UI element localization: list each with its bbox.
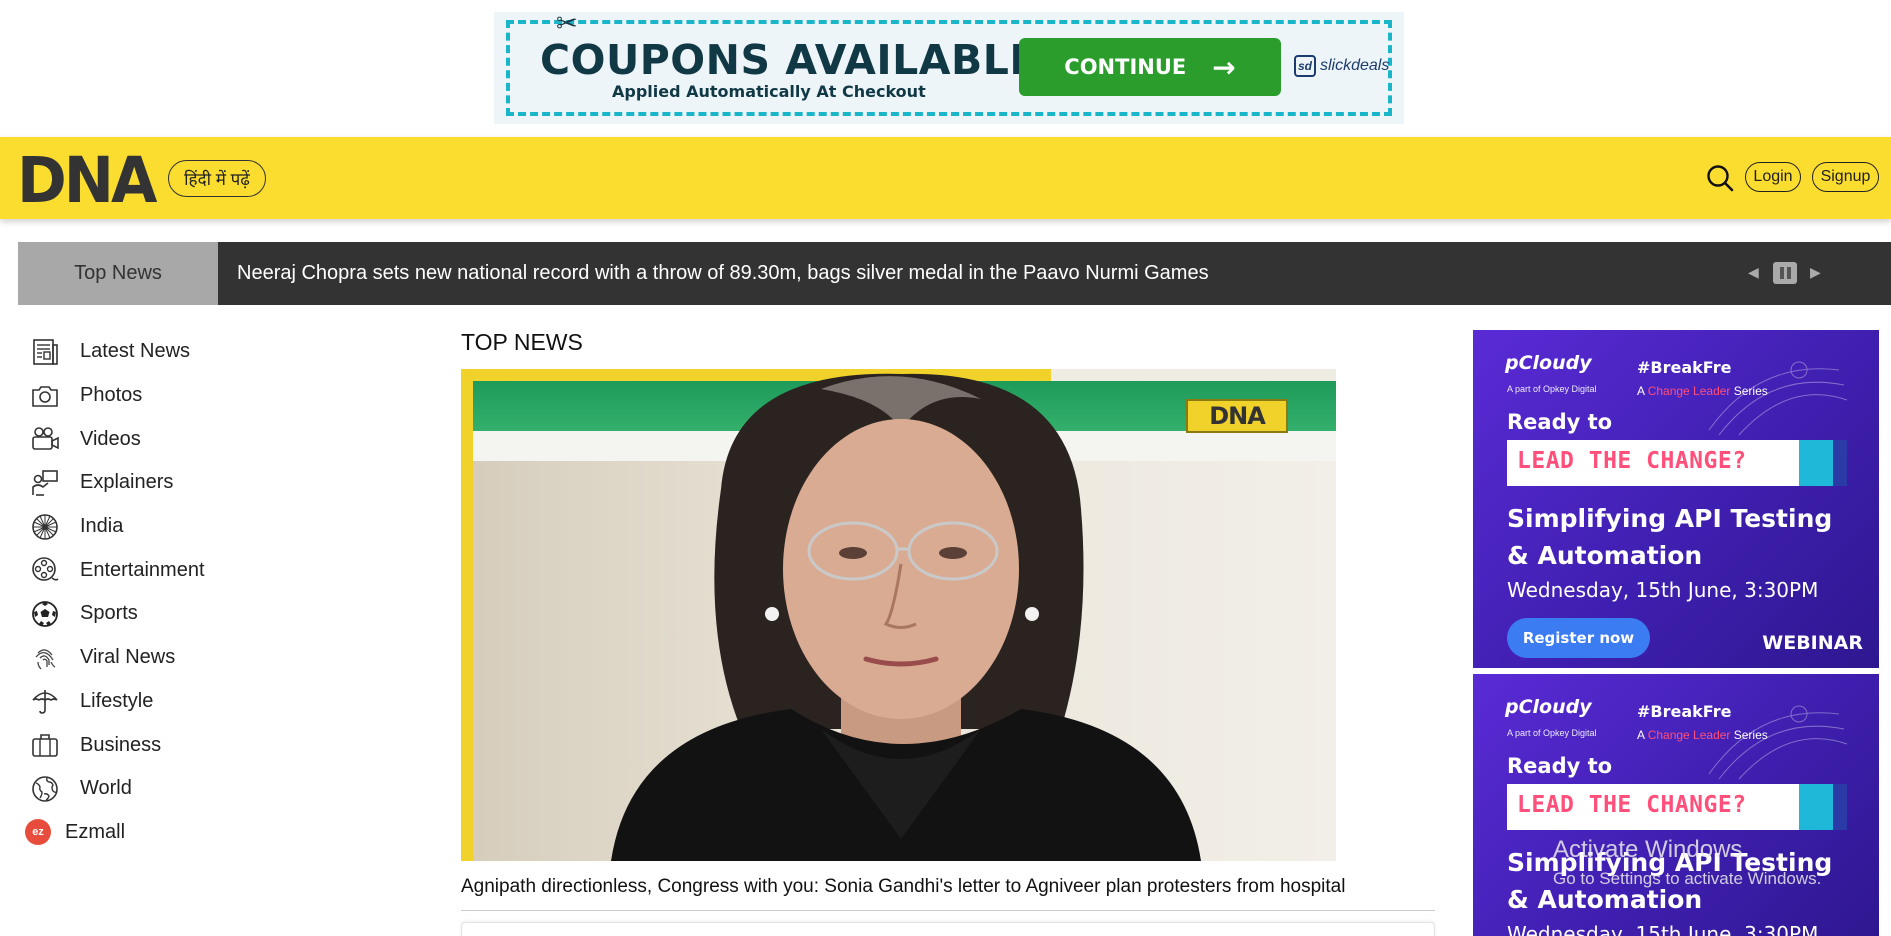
coupon-banner-ad[interactable]: ✂ COUPONS AVAILABLE Applied Automaticall…: [494, 8, 1404, 124]
ad-continue-button[interactable]: CONTINUE →: [1019, 38, 1281, 96]
series-suffix: Series: [1730, 384, 1768, 398]
section-title: TOP NEWS: [461, 329, 583, 355]
slickdeals-icon: sd: [1294, 55, 1316, 77]
ez-logo-icon: ez: [25, 815, 51, 849]
ad-series: A Change Leader Series: [1637, 728, 1768, 742]
pcloudy-logo: pCloudy: [1505, 696, 1592, 718]
ad-date: Wednesday, 15th June, 3:30PM: [1507, 922, 1819, 936]
sidebar-item-ezmall[interactable]: ez Ezmall: [25, 811, 358, 855]
sidebar-item-label: Sports: [80, 602, 138, 625]
sidebar-item-lifestyle[interactable]: Lifestyle: [28, 680, 358, 724]
divider: [461, 910, 1435, 911]
sidebar-item-label: Entertainment: [80, 558, 205, 581]
search-icon[interactable]: [1706, 164, 1734, 192]
ticker-next-icon[interactable]: ▶: [1810, 264, 1821, 281]
sidebar-item-label: Lifestyle: [80, 689, 154, 712]
sidebar-item-india[interactable]: India: [28, 505, 358, 549]
login-button[interactable]: Login: [1745, 162, 1801, 192]
next-story-card[interactable]: [461, 922, 1435, 936]
ticker-pause-icon[interactable]: [1773, 262, 1797, 284]
news-ticker: Top News Neeraj Chopra sets new national…: [18, 242, 1891, 305]
fingerprint-icon: [28, 641, 62, 675]
series-suffix: Series: [1730, 728, 1768, 742]
sidebar-item-label: Ezmall: [65, 820, 126, 843]
football-icon: [28, 597, 62, 631]
ad-lead-text: LEAD THE CHANGE?: [1517, 792, 1747, 818]
sidebar-item-label: Latest News: [80, 340, 191, 363]
ad-accent-bar: [1799, 440, 1833, 486]
ticker-prev-icon[interactable]: ◀: [1748, 264, 1759, 281]
portrait-illustration: [611, 373, 1201, 861]
briefcase-icon: [28, 728, 62, 762]
sidebar-item-label: Videos: [80, 427, 141, 450]
activate-windows-subtitle: Go to Settings to activate Windows.: [1553, 869, 1822, 888]
sidebar-item-label: Business: [80, 733, 162, 756]
ad-ready-text: Ready to: [1507, 410, 1613, 434]
film-reel-icon: [28, 553, 62, 587]
ad-ready-text: Ready to: [1507, 754, 1613, 778]
sidebar-item-label: Viral News: [80, 646, 176, 669]
sidebar-item-entertainment[interactable]: Entertainment: [28, 548, 358, 592]
camera-icon: [28, 379, 62, 413]
top-news-headline-link[interactable]: Agnipath directionless, Congress with yo…: [461, 876, 1345, 898]
sidebar-item-viral-news[interactable]: Viral News: [28, 636, 358, 680]
ad-subtitle: Applied Automatically At Checkout: [612, 82, 926, 101]
ad-hashtag: #BreakFre: [1637, 358, 1732, 377]
ad-date: Wednesday, 15th June, 3:30PM: [1507, 578, 1819, 602]
ad-accent-bar: [1833, 784, 1847, 830]
sidebar-item-videos[interactable]: Videos: [28, 417, 358, 461]
read-in-hindi-button[interactable]: हिंदी में पढ़ें: [168, 160, 266, 197]
category-sidebar: Latest News Photos Videos Explainers Ind…: [25, 330, 358, 855]
ad-accent-bar: [1799, 784, 1833, 830]
presenter-icon: [28, 466, 62, 500]
sidebar-item-label: Explainers: [80, 471, 174, 494]
slickdeals-label: slickdeals: [1320, 57, 1390, 74]
ad-accent-bar: [1833, 440, 1847, 486]
dna-logo[interactable]: DNA: [17, 144, 157, 218]
brand-subtitle: A part of Opkey Digital: [1507, 384, 1597, 394]
ad-title: COUPONS AVAILABLE: [540, 36, 1038, 84]
webinar-ad[interactable]: pCloudy A part of Opkey Digital #BreakFr…: [1473, 330, 1879, 668]
register-now-button[interactable]: Register now: [1507, 618, 1650, 658]
brand-subtitle: A part of Opkey Digital: [1507, 728, 1597, 738]
ad-continue-label: CONTINUE: [1064, 55, 1187, 79]
series-prefix: A: [1637, 384, 1648, 398]
sidebar-item-explainers[interactable]: Explainers: [28, 461, 358, 505]
series-prefix: A: [1637, 728, 1648, 742]
pcloudy-logo: pCloudy: [1505, 352, 1592, 374]
ticker-label: Top News: [18, 242, 218, 305]
sidebar-item-latest-news[interactable]: Latest News: [28, 330, 358, 374]
top-news-image[interactable]: DNA: [461, 369, 1336, 861]
sidebar-item-business[interactable]: Business: [28, 723, 358, 767]
ad-lead-text: LEAD THE CHANGE?: [1517, 448, 1747, 474]
umbrella-icon: [28, 684, 62, 718]
series-highlight: Change Leader: [1647, 384, 1731, 398]
sidebar-item-label: World: [80, 777, 132, 800]
ad-hashtag: #BreakFre: [1637, 702, 1732, 721]
sidebar-item-label: Photos: [80, 384, 143, 407]
ad-lead-box: LEAD THE CHANGE?: [1507, 784, 1847, 830]
webinar-ad[interactable]: pCloudy A part of Opkey Digital #BreakFr…: [1473, 674, 1879, 936]
ad-title: Simplifying API Testing & Automation: [1507, 504, 1833, 570]
slickdeals-logo: sd slickdeals: [1294, 55, 1389, 77]
ticker-headline-link[interactable]: Neeraj Chopra sets new national record w…: [237, 242, 1209, 305]
ashoka-chakra-icon: [28, 510, 62, 544]
ad-lead-box: LEAD THE CHANGE?: [1507, 440, 1847, 486]
scissors-icon: ✂: [556, 8, 578, 38]
video-camera-icon: [28, 422, 62, 456]
site-header: DNA हिंदी में पढ़ें Login Signup: [0, 137, 1891, 219]
newspaper-icon: [28, 335, 62, 369]
activate-windows-title: Activate Windows: [1553, 836, 1743, 863]
sidebar-item-photos[interactable]: Photos: [28, 374, 358, 418]
ad-series: A Change Leader Series: [1637, 384, 1768, 398]
sidebar-item-sports[interactable]: Sports: [28, 592, 358, 636]
arrow-right-icon: →: [1212, 50, 1236, 84]
series-highlight: Change Leader: [1647, 728, 1731, 742]
signup-button[interactable]: Signup: [1812, 162, 1879, 192]
ad-webinar-label: WEBINAR: [1762, 632, 1863, 654]
sidebar-item-world[interactable]: World: [28, 767, 358, 811]
globe-icon: [28, 772, 62, 806]
sidebar-item-label: India: [80, 515, 124, 538]
